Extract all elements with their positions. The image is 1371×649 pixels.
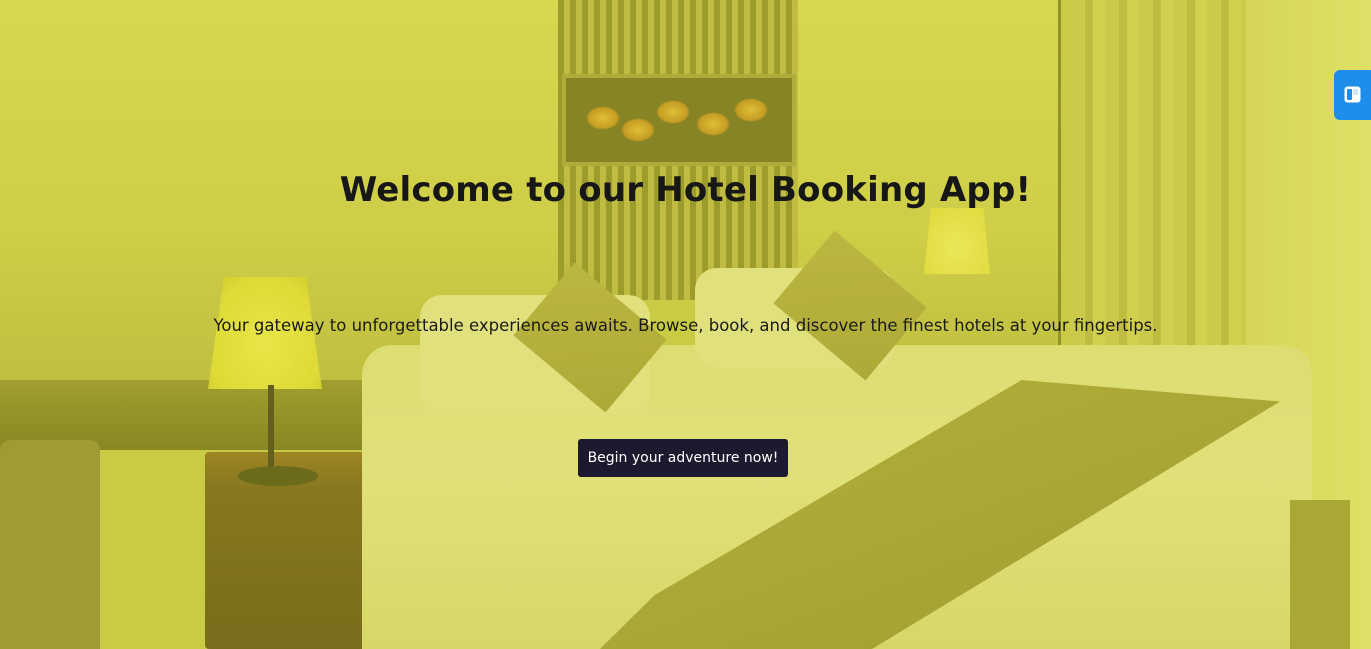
hero-subtitle: Your gateway to unforgettable experience… (213, 316, 1158, 335)
hero-title: Welcome to our Hotel Booking App! (339, 170, 1032, 210)
hero-section: Welcome to our Hotel Booking App! Your g… (0, 0, 1371, 649)
side-panel-toggle-button[interactable] (1334, 70, 1371, 120)
begin-adventure-button[interactable]: Begin your adventure now! (578, 439, 788, 477)
panel-icon (1344, 86, 1361, 103)
